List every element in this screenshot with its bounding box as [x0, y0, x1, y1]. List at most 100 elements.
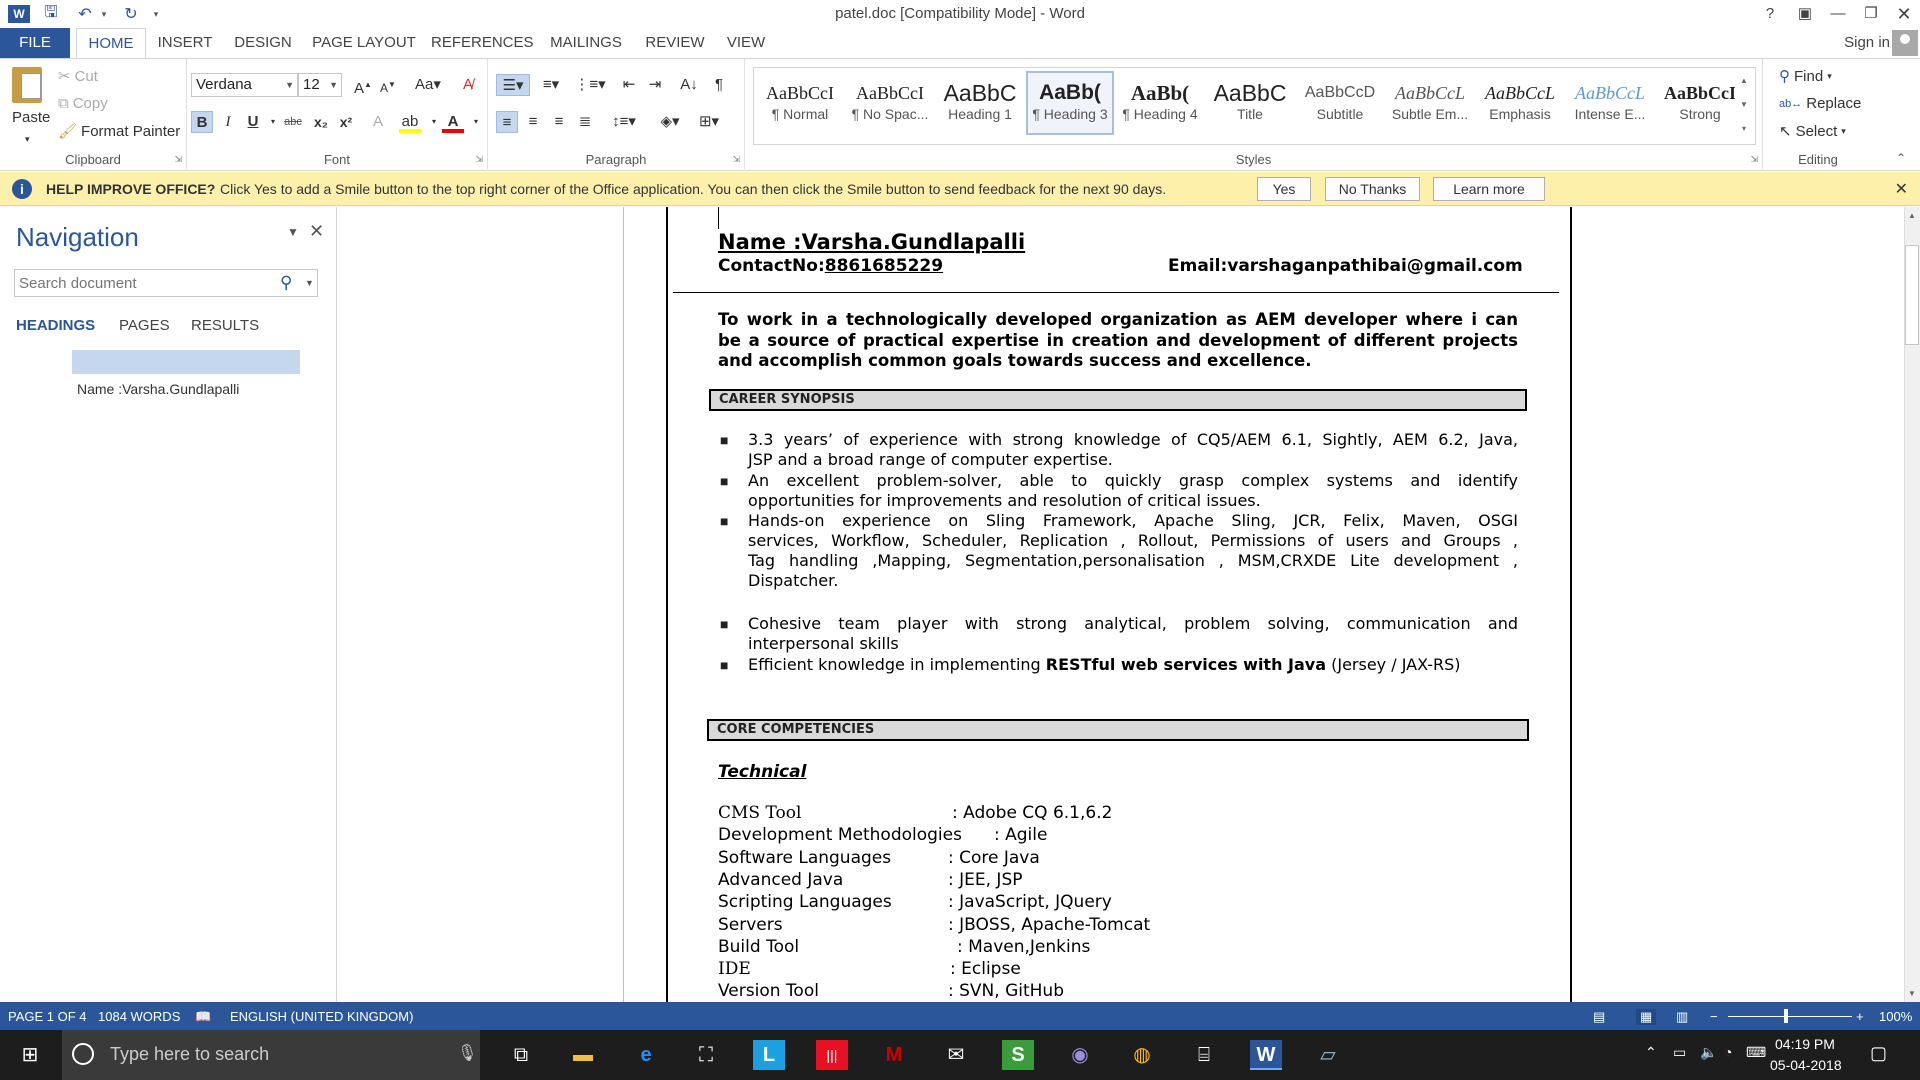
nav-heading-item[interactable]: Name :Varsha.Gundlapalli: [77, 381, 239, 397]
zoom-level[interactable]: 100%: [1879, 1009, 1912, 1024]
eclipse-icon[interactable]: ◉: [1064, 1040, 1096, 1070]
ribbon-display-options-icon[interactable]: ▣: [1790, 2, 1820, 26]
tab-headings[interactable]: HEADINGS: [16, 317, 95, 334]
cut-button[interactable]: ✂ Cut: [58, 67, 98, 86]
numbering-icon[interactable]: ≡▾: [536, 74, 566, 96]
paste-icon[interactable]: [12, 67, 42, 103]
word-count[interactable]: 1084 WORDS: [98, 1009, 180, 1024]
tab-references[interactable]: REFERENCES: [431, 28, 534, 58]
learn-more-button[interactable]: Learn more: [1433, 177, 1545, 201]
minimize-button[interactable]: —: [1823, 2, 1853, 26]
tab-review[interactable]: REVIEW: [640, 28, 710, 58]
style-heading-3[interactable]: AaBb(¶ Heading 3: [1026, 71, 1114, 135]
sort-icon[interactable]: A↓: [678, 74, 700, 96]
proofing-icon[interactable]: 📖: [195, 1009, 211, 1025]
multilevel-list-icon[interactable]: ⋮≡▾: [574, 74, 606, 96]
underline-button[interactable]: U: [242, 111, 264, 133]
print-layout-icon[interactable]: ▦: [1636, 1009, 1657, 1025]
clipboard-launcher-icon[interactable]: ⇲: [174, 154, 182, 165]
scroll-down-icon[interactable]: ▼: [1908, 989, 1916, 998]
tab-insert[interactable]: INSERT: [155, 28, 215, 58]
underline-dropdown-icon[interactable]: ▾: [262, 111, 284, 133]
taskbar-search[interactable]: Type here to search 🎙: [62, 1030, 480, 1080]
sign-in-link[interactable]: Sign in: [1844, 28, 1890, 58]
borders-icon[interactable]: ⊞▾: [693, 111, 725, 133]
tab-view[interactable]: VIEW: [721, 28, 771, 58]
read-mode-icon[interactable]: ▤: [1593, 1009, 1605, 1025]
clear-formatting-icon[interactable]: A̸: [457, 74, 479, 96]
replace-button[interactable]: ab↔ Replace: [1779, 95, 1861, 112]
font-color-dropdown-icon[interactable]: ▾: [465, 111, 487, 133]
zoom-in-icon[interactable]: +: [1856, 1009, 1864, 1024]
task-view-icon[interactable]: ⧉: [505, 1040, 537, 1070]
bold-button[interactable]: B: [191, 111, 213, 133]
change-case-icon[interactable]: Aa▾: [412, 74, 444, 96]
font-size-combo[interactable]: 12 ▼: [298, 73, 342, 97]
help-button[interactable]: ?: [1755, 2, 1785, 26]
tab-pages[interactable]: PAGES: [119, 317, 170, 334]
align-left-icon[interactable]: ≡: [496, 111, 518, 133]
style-no-spacing[interactable]: AaBbCcI ¶ No Spac...: [846, 76, 934, 130]
chrome-icon[interactable]: ◍: [1126, 1040, 1158, 1070]
search-input[interactable]: [14, 269, 318, 297]
file-explorer-icon[interactable]: ▬: [567, 1040, 599, 1070]
battery-icon[interactable]: ▭: [1673, 1044, 1686, 1061]
style-heading-1[interactable]: AaBbC Heading 1: [936, 76, 1024, 130]
scrollbar-thumb[interactable]: [1905, 245, 1919, 345]
tab-design[interactable]: DESIGN: [228, 28, 298, 58]
strikethrough-button[interactable]: abc: [282, 111, 304, 133]
clock-date[interactable]: 05-04-2018: [1770, 1057, 1842, 1073]
search-icon[interactable]: ⚲: [280, 273, 292, 293]
language[interactable]: ENGLISH (UNITED KINGDOM): [230, 1009, 413, 1024]
style-strong[interactable]: AaBbCcI Strong: [1656, 76, 1744, 130]
tab-mailings[interactable]: MAILINGS: [545, 28, 627, 58]
paste-button[interactable]: Paste: [12, 109, 50, 126]
no-thanks-button[interactable]: No Thanks: [1325, 177, 1420, 201]
style-title[interactable]: AaBbC Title: [1206, 76, 1294, 130]
app-red-icon[interactable]: |||: [816, 1040, 848, 1070]
show-formatting-marks-icon[interactable]: ¶: [708, 74, 730, 96]
chevron-down-icon[interactable]: ▼: [305, 278, 314, 288]
page-count[interactable]: PAGE 1 OF 4: [8, 1009, 87, 1024]
tab-results[interactable]: RESULTS: [191, 317, 259, 334]
style-heading-4[interactable]: AaBb(¶ Heading 4: [1116, 76, 1204, 130]
subscript-button[interactable]: x₂: [310, 111, 332, 133]
select-button[interactable]: ↖ Select ▾: [1779, 122, 1846, 141]
zoom-thumb[interactable]: [1784, 1009, 1788, 1023]
store-icon[interactable]: ⛶: [690, 1040, 722, 1070]
increase-indent-icon[interactable]: ⇥: [644, 74, 666, 96]
mail-icon[interactable]: ✉: [940, 1040, 972, 1070]
style-emphasis[interactable]: AaBbCcL Emphasis: [1476, 76, 1564, 130]
superscript-button[interactable]: x²: [335, 111, 357, 133]
tab-page-layout[interactable]: PAGE LAYOUT: [312, 28, 416, 58]
style-subtitle[interactable]: AaBbCcD Subtitle: [1296, 76, 1384, 130]
align-right-icon[interactable]: ≡: [548, 111, 570, 133]
copy-button[interactable]: ⧉ Copy: [58, 95, 108, 112]
decrease-indent-icon[interactable]: ⇤: [618, 74, 640, 96]
lync-icon[interactable]: L: [753, 1040, 785, 1070]
paragraph-launcher-icon[interactable]: ⇲: [732, 154, 740, 165]
input-indicator-icon[interactable]: ⌨: [1746, 1044, 1766, 1061]
bullets-button[interactable]: ☰▾: [496, 74, 530, 96]
shrink-font-icon[interactable]: A▼: [377, 74, 399, 96]
close-icon[interactable]: ✕: [1895, 179, 1908, 199]
text-effects-icon[interactable]: A: [367, 111, 389, 133]
edge-icon[interactable]: e: [630, 1040, 662, 1070]
italic-button[interactable]: I: [217, 111, 239, 133]
styles-scroll[interactable]: ▲ ▼ ▾: [1735, 69, 1753, 143]
chevron-up-icon[interactable]: ⌃: [1645, 1044, 1657, 1061]
font-family-combo[interactable]: Verdana ▼: [191, 73, 298, 97]
style-normal[interactable]: AaBbCcI ¶ Normal: [756, 76, 844, 130]
style-subtle-emphasis[interactable]: AaBbCcL Subtle Em...: [1386, 76, 1474, 130]
mcafee-icon[interactable]: M: [878, 1040, 910, 1070]
nav-options-icon[interactable]: ▼: [287, 225, 299, 239]
network-icon[interactable]: ◔: [1724, 1044, 1732, 1060]
zoom-slider[interactable]: [1728, 1016, 1852, 1017]
nav-heading-selected[interactable]: [72, 350, 300, 374]
scroll-up-icon[interactable]: ▲: [1908, 211, 1916, 220]
microphone-icon[interactable]: 🎙: [457, 1043, 477, 1063]
yes-button[interactable]: Yes: [1257, 177, 1311, 201]
paste-dropdown-icon[interactable]: ▾: [25, 134, 30, 145]
tab-home[interactable]: HOME: [76, 28, 146, 58]
restore-button[interactable]: ❐: [1856, 2, 1886, 26]
